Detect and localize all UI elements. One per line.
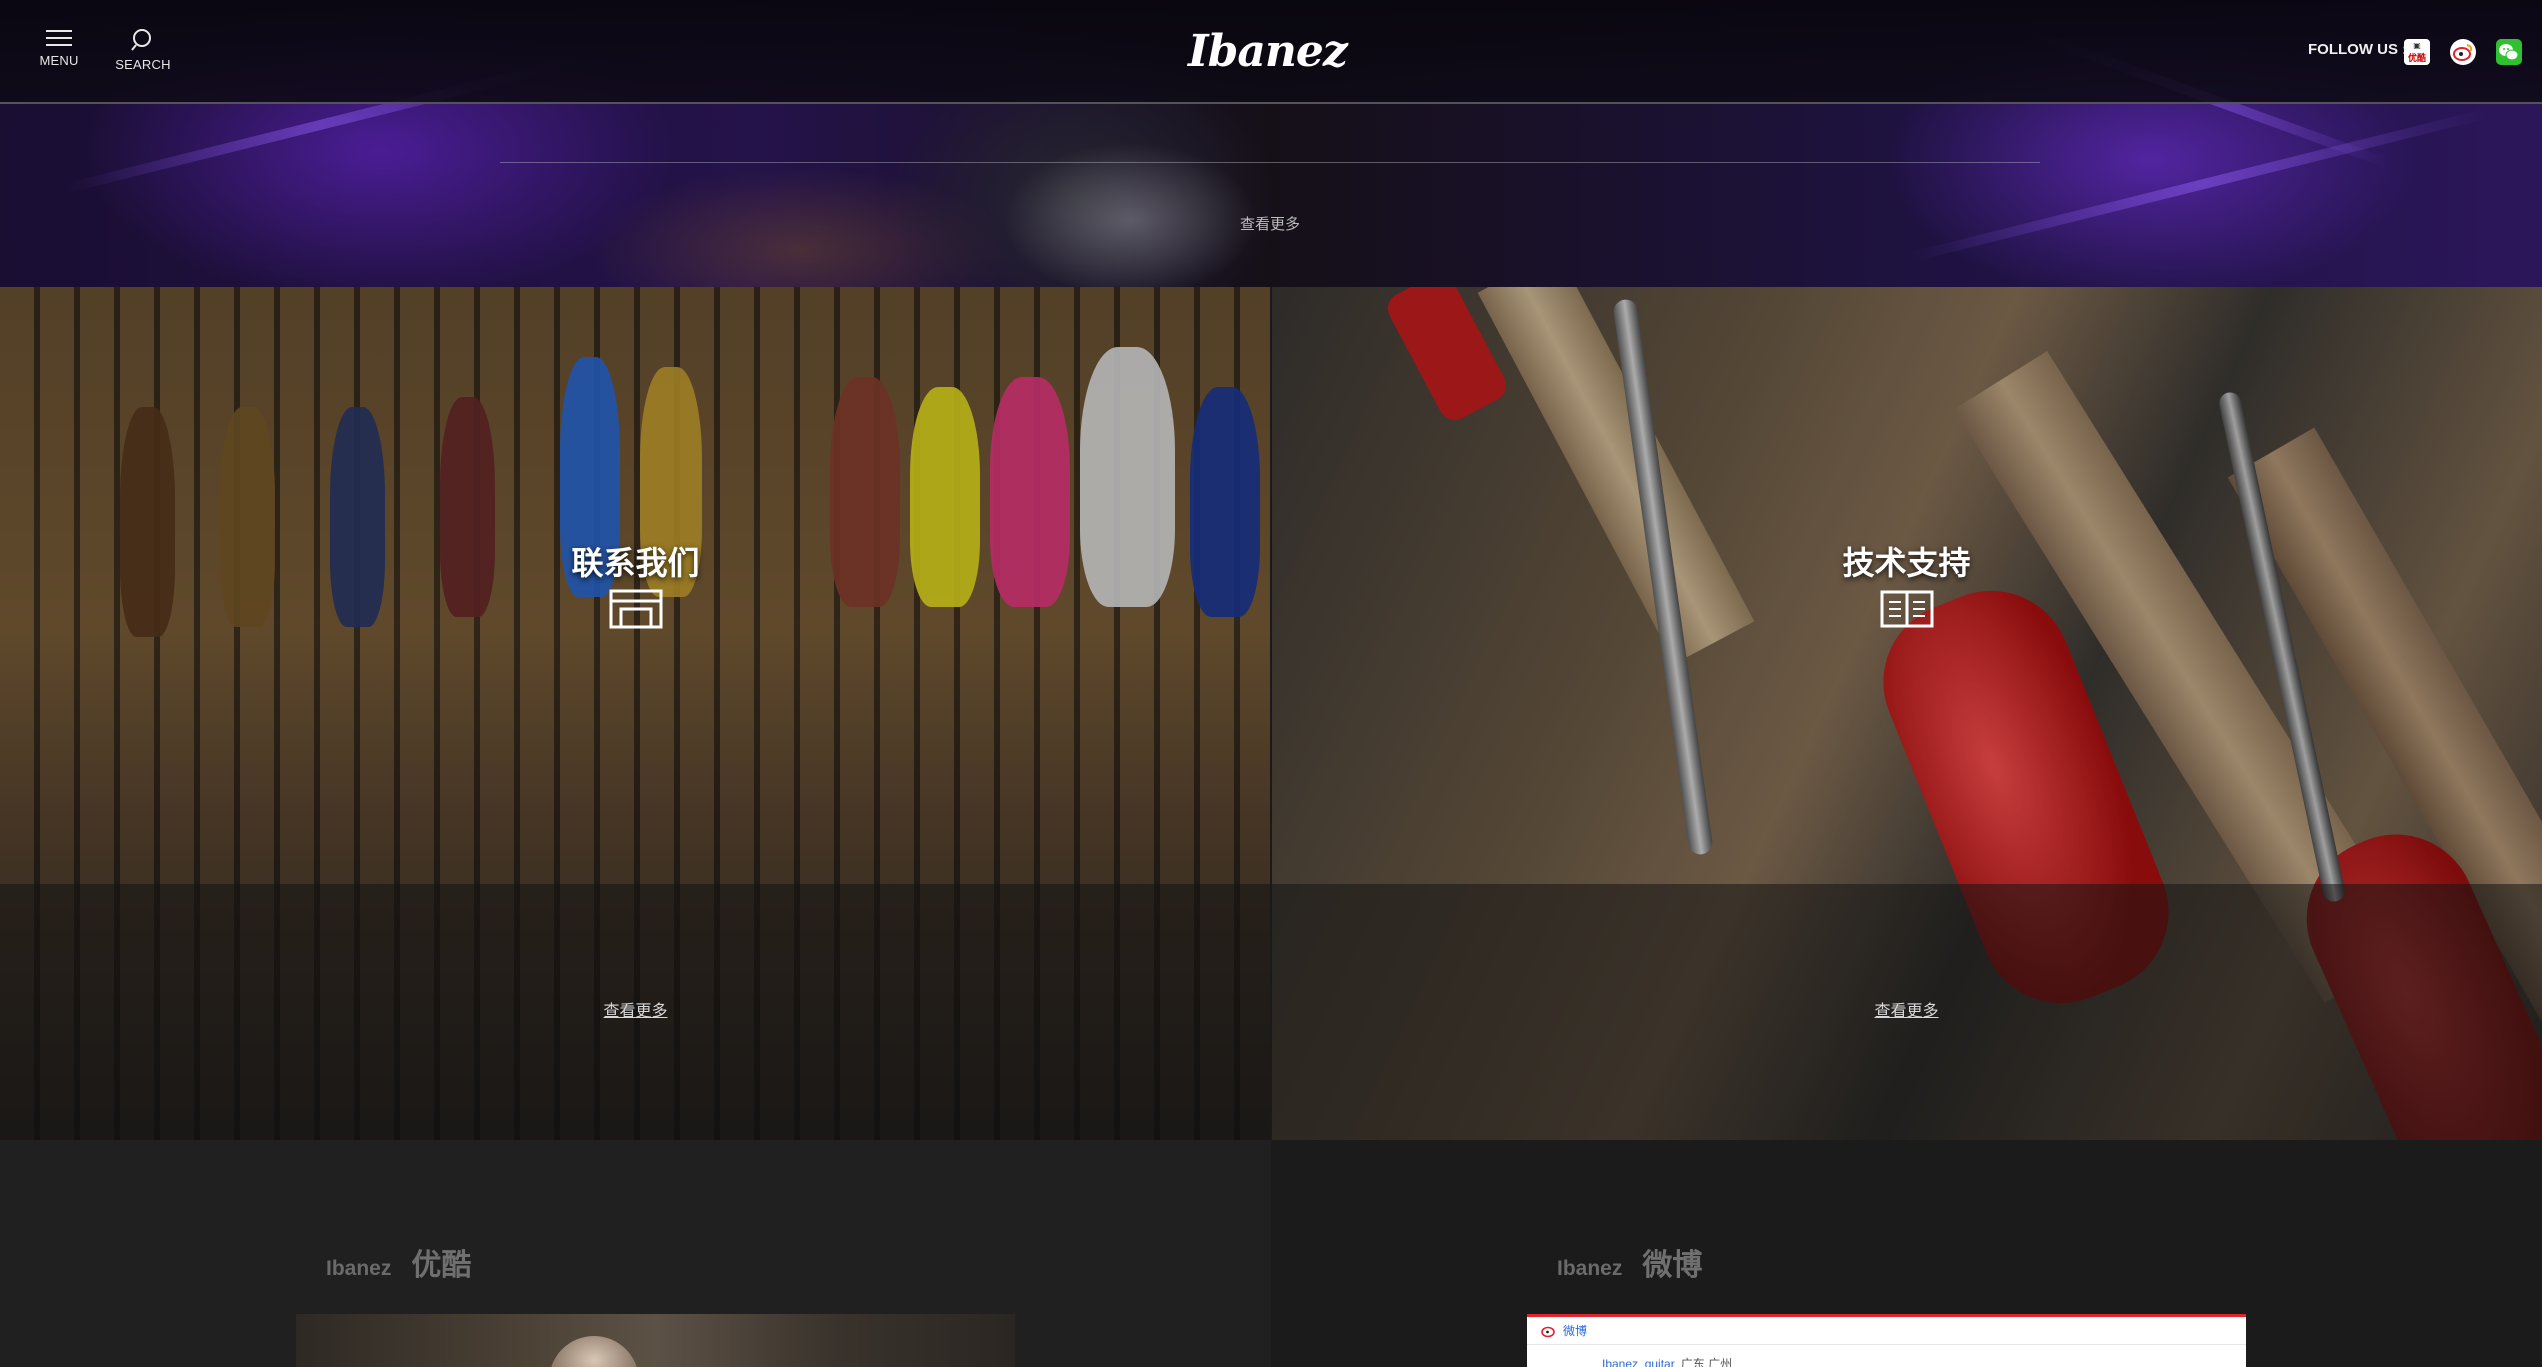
weibo-widget[interactable]: 微博 Ibanez_guitar 广东 广州	[1527, 1314, 2246, 1367]
weibo-location: 广东 广州	[1680, 1357, 1733, 1367]
section-name: 微博	[1642, 1249, 1703, 1282]
video-thumbnail	[549, 1336, 639, 1367]
youku-section-title: Ibanez 优酷	[326, 1240, 471, 1284]
site-header: MENU SEARCH Ibanez FOLLOW US : ▣ 优酷	[0, 0, 2542, 104]
weibo-icon[interactable]	[2450, 39, 2476, 65]
wechat-glyph	[2499, 44, 2519, 61]
weibo-account-link[interactable]: Ibanez_guitar	[1602, 1357, 1675, 1367]
menu-button[interactable]: MENU	[24, 28, 94, 68]
wechat-icon[interactable]	[2496, 39, 2522, 65]
light-beam	[1907, 107, 2493, 263]
menu-label: MENU	[39, 53, 79, 68]
banner-divider	[500, 162, 2040, 163]
tech-support-panel[interactable]: 技术支持 查看更多	[1271, 287, 2542, 1140]
tech-support-more-link[interactable]: 查看更多	[1271, 997, 2542, 1021]
contact-us-more-link[interactable]: 查看更多	[0, 997, 1271, 1021]
youku-icon-text: 优酷	[2407, 53, 2426, 63]
section-name: 优酷	[411, 1249, 472, 1282]
search-label: SEARCH	[115, 57, 171, 72]
weibo-widget-bar: 微博	[1527, 1317, 2246, 1345]
contact-us-title: 联系我们	[571, 545, 700, 581]
youku-icon[interactable]: ▣ 优酷	[2404, 39, 2430, 65]
search-icon	[131, 29, 151, 51]
youku-video-player[interactable]	[296, 1314, 1015, 1367]
storefront-icon	[609, 589, 662, 629]
weibo-icon	[1541, 1326, 1555, 1337]
weibo-bar-label: 微博	[1563, 1324, 1588, 1338]
follow-us-label: FOLLOW US :	[2308, 41, 2408, 58]
weibo-section-title: Ibanez 微博	[1557, 1240, 1702, 1284]
hamburger-icon	[46, 30, 72, 46]
section-brand: Ibanez	[326, 1257, 392, 1280]
section-brand: Ibanez	[1557, 1257, 1623, 1280]
search-button[interactable]: SEARCH	[108, 28, 178, 72]
open-book-icon	[1880, 590, 1933, 628]
banner-more-link[interactable]: 查看更多	[1240, 213, 1300, 234]
tech-support-title: 技术支持	[1842, 545, 1971, 581]
panel-divider	[1270, 287, 1272, 1140]
contact-us-panel[interactable]: 联系我们 查看更多	[0, 287, 1271, 1140]
brand-logo[interactable]: Ibanez	[1188, 26, 1348, 77]
weibo-account-row: Ibanez_guitar 广东 广州	[1527, 1345, 2246, 1367]
weibo-glyph	[2453, 44, 2473, 61]
